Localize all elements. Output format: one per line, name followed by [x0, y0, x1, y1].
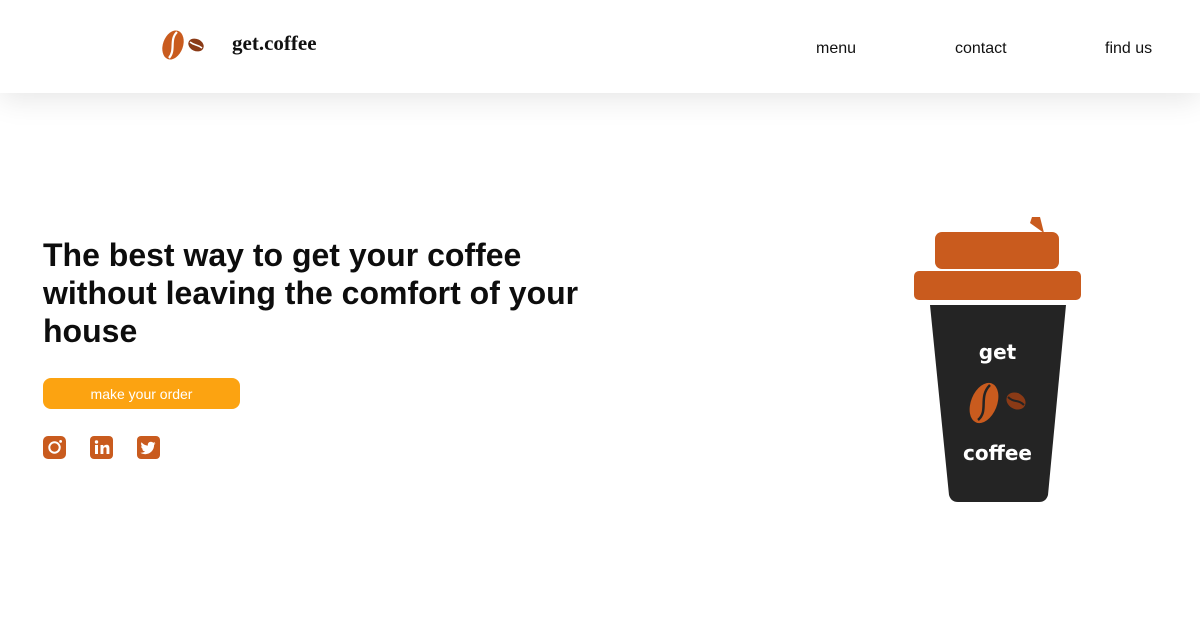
linkedin-icon[interactable]	[90, 436, 113, 459]
coffee-beans-icon	[162, 30, 204, 60]
nav-find-us[interactable]: find us	[1105, 40, 1152, 58]
instagram-icon[interactable]	[43, 436, 66, 459]
cup-text-coffee: coffee	[963, 441, 1032, 465]
coffee-cup-illustration: get coffee	[900, 215, 1100, 510]
hero-title: The best way to get your coffee without …	[43, 237, 579, 349]
brand-name: get.coffee	[232, 31, 317, 55]
nav-menu[interactable]: menu	[816, 40, 856, 58]
twitter-icon[interactable]	[137, 436, 160, 459]
make-order-button[interactable]: make your order	[43, 378, 240, 409]
brand[interactable]: get.coffee	[160, 28, 317, 62]
site-header: get.coffee menu contact find us	[0, 0, 1200, 93]
cup-text-get: get	[978, 340, 1017, 364]
nav-contact[interactable]: contact	[955, 40, 1007, 58]
